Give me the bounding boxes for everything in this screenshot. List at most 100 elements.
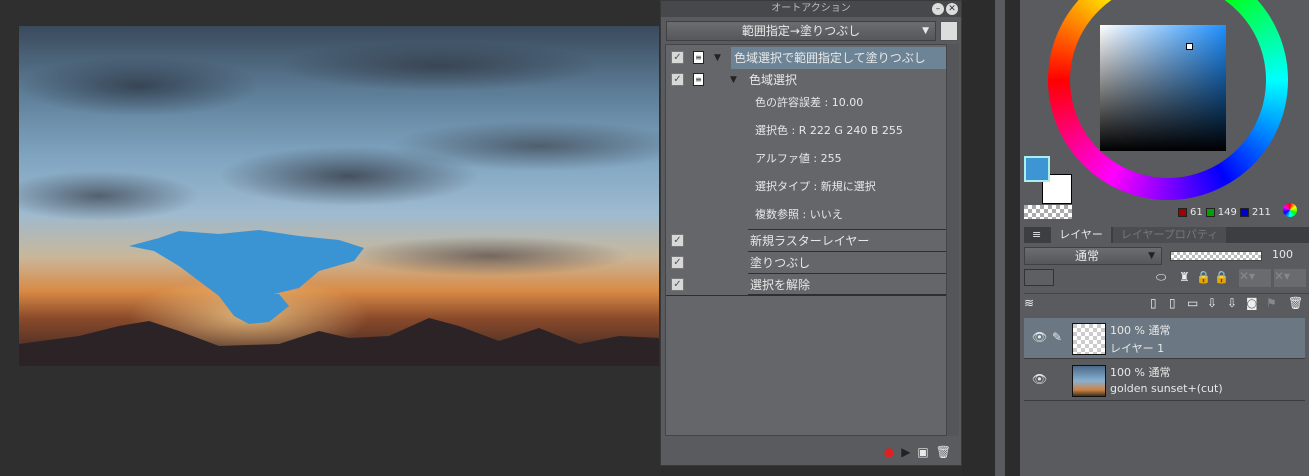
tab-layer[interactable]: レイヤー [1051,227,1111,243]
dialog-toggle-icon[interactable]: ≡ [693,73,704,86]
create-mask-icon[interactable]: ◙ [1246,296,1258,310]
merge-down-icon[interactable]: ⇩ [1207,296,1217,310]
lock-icon[interactable]: 🔒 [1196,270,1211,284]
param-label: アルファ値 : 255 [755,152,842,165]
opacity-value[interactable]: 100 [1272,248,1293,261]
lock-transparency-icon[interactable]: 🔒 [1214,270,1229,284]
saturation-value-square[interactable] [1100,25,1226,151]
action-param: アルファ値 : 255 [666,148,946,170]
checkbox[interactable]: ✓ [671,73,684,86]
chevron-down-icon: ▼ [922,26,929,36]
eye-icon[interactable]: 👁 [1032,372,1047,386]
panel-titlebar: オートアクション – ✕ [661,1,961,17]
canvas-area[interactable] [0,0,660,476]
green-swatch-icon [1205,208,1215,217]
rgb-readout: 61 149 211 [1178,207,1271,218]
panel-menu-icon[interactable]: ≡ [1024,227,1050,243]
canvas-image[interactable] [19,26,659,366]
action-param: 選択色 : R 222 G 240 B 255 [666,120,946,142]
param-label: 複数参照 : いいえ [755,208,843,221]
action-set-dropdown[interactable]: 範囲指定→塗りつぶし ▼ [666,21,936,41]
color-picker-cursor[interactable] [1186,43,1193,50]
blend-mode-label: 通常 [1075,249,1100,263]
red-swatch-icon [1178,208,1187,217]
action-label: 色域選択 [749,73,798,87]
filled-selection [129,230,364,324]
param-label: 選択色 : R 222 G 240 B 255 [755,124,903,137]
checkbox[interactable]: ✓ [671,256,684,269]
action-item[interactable]: ✓ 新規ラスターレイヤー [671,229,946,251]
tab-layer-property[interactable]: レイヤープロパティ [1112,227,1227,243]
action-item[interactable]: ✓ 塗りつぶし [671,251,946,273]
action-set-label: 範囲指定→塗りつぶし [741,24,861,38]
eye-icon[interactable]: 👁 [1032,330,1047,344]
dialog-toggle-icon[interactable]: ≡ [693,51,704,64]
expand-triangle-icon[interactable]: ▼ [730,69,737,91]
layer-thumbnail [1072,323,1106,355]
expand-triangle-icon[interactable]: ▼ [714,47,721,69]
action-set-menu-button[interactable] [940,21,958,41]
play-icon[interactable]: ▶ [901,445,910,459]
layer-row[interactable]: 👁 ✎ 100 % 通常 レイヤー 1 [1024,318,1305,359]
action-label: 塗りつぶし [750,256,811,270]
reference-layer-icon[interactable]: ♜ [1179,270,1190,284]
checkbox[interactable]: ✓ [671,278,684,291]
layer-list: 👁 ✎ 100 % 通常 レイヤー 1 👁 100 % 通常 golden su… [1024,316,1305,476]
mask-toggle-button[interactable]: ✕▾ [1239,269,1271,287]
scene-svg [19,230,659,366]
minimize-icon[interactable]: – [932,3,944,15]
action-label: 選択を解除 [750,278,811,292]
action-item[interactable]: ✓ ≡ ▼ 色域選択で範囲指定して塗りつぶし [666,47,946,69]
action-item[interactable]: ✓ ≡ ▼ 色域選択 [666,69,946,91]
action-toolbar: ● ▶ ▣ 🗑 [665,441,959,463]
action-list: ✓ ≡ ▼ 色域選択で範囲指定して塗りつぶし ✓ ≡ ▼ 色域選択 色の許容誤差 :… [665,44,947,436]
layer-mode: 100 % 通常 [1110,366,1171,379]
apply-mask-icon[interactable]: ⚑ [1266,296,1277,310]
layer-options-row: ⬭ ♜ 🔒 🔒 ✕▾ ✕▾ [1024,268,1309,288]
ruler-toggle-button[interactable]: ✕▾ [1274,269,1306,287]
blue-swatch-icon [1239,208,1249,217]
new-folder-icon[interactable]: ▭ [1187,296,1198,310]
color-wheel-icon[interactable] [1283,203,1297,217]
trash-icon[interactable]: 🗑 [936,445,951,459]
checkbox[interactable]: ✓ [671,51,684,64]
pen-icon: ✎ [1052,330,1063,344]
blue-value: 211 [1251,207,1271,218]
action-item[interactable]: ✓ 選択を解除 [671,273,946,295]
transparent-color-swatch[interactable] [1024,205,1072,219]
clip-icon[interactable]: ⬭ [1156,270,1166,285]
action-label: 色域選択で範囲指定して塗りつぶし [731,47,946,69]
auto-action-panel: オートアクション – ✕ 範囲指定→塗りつぶし ▼ ✓ ≡ ▼ 色域選択で範囲指定して… [660,0,962,466]
param-label: 選択タイプ : 新規に選択 [755,180,876,193]
right-dock: 61 149 211 ≡ レイヤー レイヤープロパティ 通常 ▼ 100 ⬭ ♜ … [1020,0,1309,476]
new-action-icon[interactable]: ▣ [917,445,928,459]
layer-mode: 100 % 通常 [1110,324,1171,337]
opacity-slider[interactable] [1170,251,1262,261]
mountains [19,318,659,366]
transfer-down-icon[interactable]: ⇩ [1227,296,1237,310]
action-param: 選択タイプ : 新規に選択 [666,176,946,198]
layer-row[interactable]: 👁 100 % 通常 golden sunset+(cut) [1024,360,1305,401]
chevron-down-icon: ▼ [1148,251,1155,261]
blend-mode-dropdown[interactable]: 通常 ▼ [1024,247,1162,265]
new-raster-layer-icon[interactable]: ▯ [1150,296,1157,310]
scrollbar[interactable] [947,44,959,436]
checkbox[interactable]: ✓ [671,234,684,247]
main-color-swatch[interactable] [1024,156,1050,182]
layer-color-button[interactable] [1024,269,1054,286]
param-label: 色の許容誤差 : 10.00 [755,96,864,109]
action-label: 新規ラスターレイヤー [750,234,870,248]
splitter-handle[interactable] [995,0,1005,476]
layer-thumbnail [1072,365,1106,397]
record-icon[interactable]: ● [884,445,894,459]
panel-divider[interactable] [962,0,1020,476]
close-icon[interactable]: ✕ [946,3,958,15]
delete-layer-icon[interactable]: 🗑 [1288,296,1303,310]
layer-tab-bar: ≡ レイヤー レイヤープロパティ [1024,227,1309,243]
red-value: 61 [1190,207,1203,218]
layer-command-bar: ≋ ▯ ▯ ▭ ⇩ ⇩ ◙ ⚑ 🗑 [1024,293,1309,313]
panel-title: オートアクション [771,3,851,14]
layers-icon: ≋ [1024,296,1035,310]
green-value: 149 [1217,207,1237,218]
new-vector-layer-icon[interactable]: ▯ [1169,296,1176,310]
